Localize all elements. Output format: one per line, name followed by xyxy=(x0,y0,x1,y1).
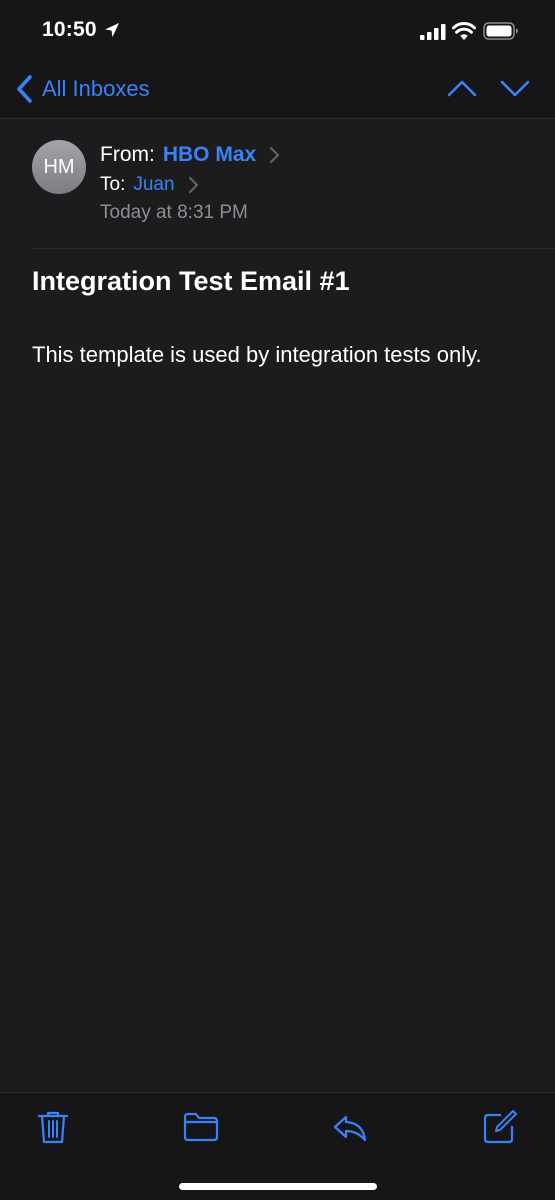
reply-icon[interactable] xyxy=(332,1109,368,1145)
to-line: To: Juan xyxy=(100,174,199,196)
compose-icon[interactable] xyxy=(482,1109,518,1145)
wifi-icon xyxy=(452,22,476,40)
top-area: 10:50 All Inboxes xyxy=(0,0,555,119)
mail-message-screen: 10:50 All Inboxes HM From: HBO Max To: J… xyxy=(0,0,555,1200)
status-bar: 10:50 xyxy=(0,0,555,62)
trash-icon[interactable] xyxy=(35,1109,71,1145)
chevron-right-icon[interactable] xyxy=(268,146,280,164)
chevron-up-icon[interactable] xyxy=(446,76,478,100)
from-line: From: HBO Max xyxy=(100,143,280,167)
chevron-down-icon[interactable] xyxy=(499,76,531,100)
from-label: From: xyxy=(100,143,155,166)
status-time: 10:50 xyxy=(42,18,97,41)
email-date: Today at 8:31 PM xyxy=(100,202,248,223)
email-body: This template is used by integration tes… xyxy=(32,342,482,367)
cellular-signal-icon xyxy=(420,24,446,40)
folder-icon[interactable] xyxy=(183,1109,219,1145)
bottom-toolbar xyxy=(0,1092,555,1200)
to-label: To: xyxy=(100,174,126,195)
back-button-label: All Inboxes xyxy=(42,76,150,101)
sender-name[interactable]: HBO Max xyxy=(163,143,256,167)
header-divider xyxy=(32,248,555,249)
email-header: HM From: HBO Max To: Juan Today at 8:31 … xyxy=(0,119,555,249)
avatar[interactable]: HM xyxy=(32,140,86,194)
email-subject: Integration Test Email #1 xyxy=(32,266,350,296)
navigation-bar: All Inboxes xyxy=(0,62,555,118)
chevron-left-icon xyxy=(17,75,32,103)
recipient-name[interactable]: Juan xyxy=(133,174,174,196)
back-button[interactable]: All Inboxes xyxy=(14,72,150,106)
battery-icon xyxy=(483,22,518,40)
home-indicator[interactable] xyxy=(179,1183,377,1190)
location-arrow-icon xyxy=(105,23,119,37)
chevron-right-icon[interactable] xyxy=(187,176,199,194)
